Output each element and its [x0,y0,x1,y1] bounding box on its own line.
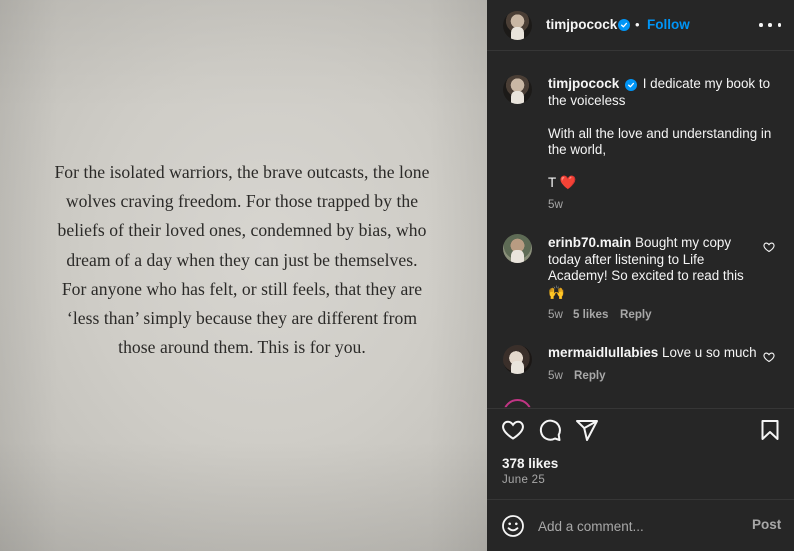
comment-icon[interactable] [538,418,562,442]
follow-button[interactable]: Follow [647,17,690,32]
comment-like-heart-icon[interactable] [763,241,775,253]
dedication-line: For the isolated warriors, the brave out… [54,162,430,182]
comment-input[interactable] [538,516,738,536]
reply-button[interactable]: Reply [574,369,606,382]
dedication-line: For anyone who has felt, or still feels,… [61,278,423,299]
separator-dot: • [635,17,640,32]
add-comment-bar: Post [487,499,794,551]
comment-text: mermaidlullabies Love u so much [548,345,758,362]
post-image[interactable]: For the isolated warriors, the brave out… [0,0,487,551]
comment-like-heart-icon[interactable] [763,351,775,363]
comment-timestamp[interactable]: 5w [548,308,563,321]
verified-badge-icon [618,19,630,31]
comment-body: Love u so much [662,345,757,360]
author-username[interactable]: timjpocock [546,17,617,32]
post-side-panel: timjpocock • Follow timjpocock I dedicat… [487,0,794,551]
caption-text: timjpocock I dedicate my book to the voi… [548,76,780,192]
author-avatar[interactable] [503,11,532,40]
post-header: timjpocock • Follow [487,0,794,51]
commenter-avatar[interactable] [503,234,532,263]
dedication-line: ‘less than’ simply because they are diff… [66,308,418,329]
dedication-line: dream of a day when they can just be the… [66,249,418,270]
comment-username[interactable]: mermaidlullabies [548,345,658,360]
verified-badge-icon [625,79,637,91]
caption-timestamp[interactable]: 5w [548,198,563,211]
commenter-avatar[interactable] [503,345,532,374]
likes-count[interactable]: 378 likes [502,456,558,471]
instagram-post-modal: For the isolated warriors, the brave out… [0,0,794,551]
reply-button[interactable]: Reply [620,308,652,321]
post-date[interactable]: June 25 [502,474,545,486]
more-options-icon[interactable] [759,17,781,33]
comment-timestamp[interactable]: 5w [548,369,563,382]
caption-line-2: With all the love and understanding in t… [548,125,772,158]
book-dedication-text: For the isolated warriors, the brave out… [26,158,458,362]
caption-author-avatar[interactable] [503,75,532,104]
heart-icon[interactable] [501,418,525,442]
caption-username[interactable]: timjpocock [548,76,619,91]
comment-username[interactable]: erinb70.main [548,235,631,250]
post-actions-bar: 378 likes June 25 [487,408,794,486]
comment-likes-count[interactable]: 5 likes [573,308,608,321]
bookmark-icon[interactable] [758,418,782,442]
post-comment-button[interactable]: Post [752,517,781,532]
dedication-line: beliefs of their loved ones, condemned b… [57,220,427,241]
emoji-icon[interactable] [501,514,525,538]
caption-line-3: T ❤️ [548,175,577,190]
share-icon[interactable] [575,418,599,442]
comment-text: erinb70.main Bought my copy today after … [548,235,753,301]
dedication-line: wolves craving freedom. For those trappe… [65,191,419,212]
dedication-line: those around them. This is for you. [118,337,366,358]
